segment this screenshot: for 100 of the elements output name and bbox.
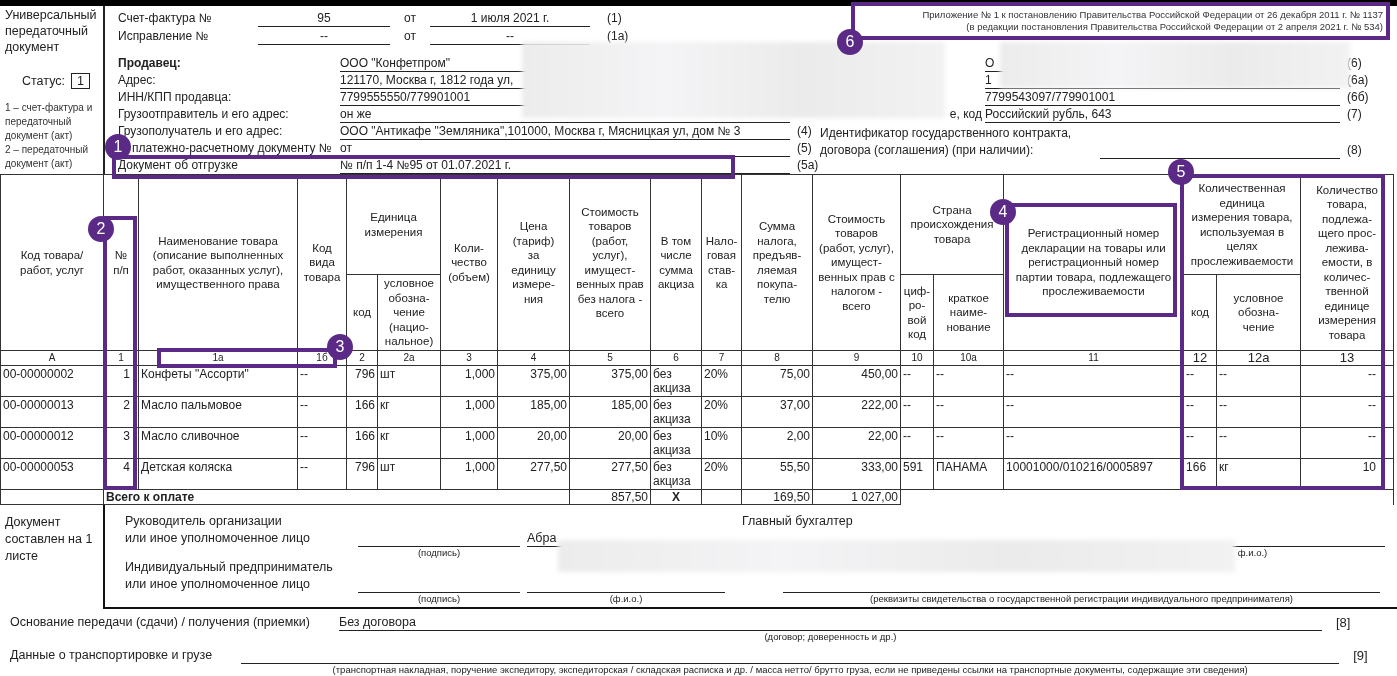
table-cell: 796 (346, 458, 378, 490)
field-ref: (8) (1347, 143, 1362, 157)
column-header: Наименование товара (описание выполненных работ, оказанных услуг), имущественного права (138, 174, 298, 351)
table-cell: Масло сливочное (138, 427, 298, 459)
field-caption: (ф.и.о.) (609, 593, 643, 605)
column-header: Коли- чество (объем) (440, 174, 498, 351)
signatory-label: Главный бухгалтер (742, 513, 854, 530)
table-cell: 222,00 (812, 396, 901, 428)
column-header: Стоимость товаров (работ, услуг), имущест- венных прав без налога - всего (569, 174, 651, 351)
table-cell: -- (1216, 427, 1301, 459)
from-label: от (404, 29, 416, 43)
table-cell: 20% (701, 365, 742, 397)
field-ref: (1а) (607, 29, 629, 43)
signer-name: Абра (527, 531, 557, 545)
table-cell: -- (933, 396, 1004, 428)
table-cell: -- (1183, 427, 1217, 459)
table-cell: 591 (900, 458, 934, 490)
basis-label: Основание передачи (сдачи) / получения (приемки) (10, 614, 310, 630)
table-cell: 55,50 (741, 458, 813, 490)
table-cell: -- (933, 427, 1004, 459)
table-cell: 1,000 (440, 396, 498, 428)
table-cell: 75,00 (741, 365, 813, 397)
column-number: А (0, 350, 104, 366)
column-header: Количество товара, подлежа- щего прос- лежива- емости, в количес- твенной единице измерения товара (1300, 174, 1394, 351)
table-cell: -- (1216, 396, 1301, 428)
table-cell: ПАНАМА (933, 458, 1004, 490)
table-cell: 2,00 (741, 427, 813, 459)
column-header: Нало- говая став- ка (701, 174, 742, 351)
column-number: 7 (701, 350, 742, 366)
table-cell: -- (297, 396, 347, 428)
contract-id-label: Идентификатор государственного контракта, договора (соглашения) (при наличии): (820, 125, 1073, 159)
table-cell: кг (377, 396, 441, 428)
field-ref: (6) (1347, 56, 1362, 70)
table-cell: 857,50 (569, 489, 651, 505)
field-ref: (6а) (1347, 73, 1369, 87)
table-cell: 1,000 (440, 365, 498, 397)
table-cell: 20% (701, 458, 742, 490)
table-cell: кг (377, 427, 441, 459)
field-label: е, код (949, 107, 982, 121)
column-number: 4 (497, 350, 570, 366)
field-label: Адрес: (118, 73, 156, 87)
status-value: 1 (71, 73, 90, 89)
table-cell: -- (1300, 427, 1394, 459)
table-cell: 450,00 (812, 365, 901, 397)
from-label: от (404, 11, 416, 25)
field-ref: [9] (1353, 647, 1368, 665)
table-cell: 20,00 (497, 427, 570, 459)
invoice-date: 1 июля 2021 г. (470, 11, 550, 25)
field-value: № п/п 1-4 №95 от 01.07.2021 г. (340, 158, 511, 172)
field-ref: (7) (1347, 107, 1362, 121)
table-cell: шт (377, 365, 441, 397)
table-cell: 20,00 (569, 427, 651, 459)
status-legend-text: 2 – передаточный документ (акт) (5, 143, 90, 171)
field-value: О (985, 56, 995, 70)
callout-badge: 6 (837, 29, 863, 55)
field-label: Грузоотправитель и его адрес: (118, 107, 289, 121)
field-value: 7799543097/779901001 (985, 90, 1116, 104)
appendix-note: (в редакции постановления Правительства Российской Федерации от 2 апреля 2021 г. № 534) (965, 21, 1383, 33)
callout-badge: 2 (88, 216, 114, 242)
table-cell: Масло пальмовое (138, 396, 298, 428)
table-cell: -- (900, 427, 934, 459)
column-header: Цена (тариф) за единицу измере- ния (497, 174, 570, 351)
table-cell: 00-00000013 (0, 396, 104, 428)
table-cell: 1,000 (440, 458, 498, 490)
table-cell: 1,000 (440, 427, 498, 459)
field-value: ООО "Антикафе "Земляника",101000, Москва г, Мясницкая ул, дом № 3 (340, 124, 741, 138)
table-cell: -- (933, 365, 1004, 397)
table-cell: 00-00000002 (0, 365, 104, 397)
transport-label: Данные о транспортировке и грузе (10, 647, 213, 663)
table-cell: -- (1183, 396, 1217, 428)
field-caption: (подпись) (417, 547, 461, 559)
table-cell: -- (1183, 365, 1217, 397)
callout-badge: 5 (1168, 159, 1194, 185)
column-number: 8 (741, 350, 813, 366)
table-cell: 796 (346, 365, 378, 397)
invoice-date: -- (506, 29, 514, 43)
table-cell: -- (1300, 365, 1394, 397)
column-subheader: код (1183, 274, 1217, 351)
column-number: 3 (440, 350, 498, 366)
column-number: 6 (650, 350, 702, 366)
column-number: 1а (138, 350, 298, 366)
callout-badge: 3 (327, 334, 353, 360)
appendix-note: Приложение № 1 к постановлению Правительства Российской Федерации от 26 декабря 2011 г. № 1137 (922, 9, 1383, 21)
status-legend-text: 1 – счет-фактура и передаточный документ (акт) (5, 101, 94, 143)
column-number: 10 (900, 350, 934, 366)
table-cell: 169,50 (741, 489, 813, 505)
column-number: 9 (812, 350, 901, 366)
field-value: ООО "Конфетпром" (340, 56, 450, 70)
invoice-number: 95 (317, 11, 331, 25)
field-value: от (340, 141, 352, 155)
column-header: Единица измерения (346, 174, 441, 275)
table-cell: 333,00 (812, 458, 901, 490)
field-ref: (5) (797, 141, 812, 155)
table-cell: -- (900, 365, 934, 397)
table-cell: 277,50 (569, 458, 651, 490)
table-cell: 20% (701, 396, 742, 428)
field-ref: (1) (607, 11, 622, 25)
column-header: Сумма налога, предъяв- ляемая покупа- телю (741, 174, 813, 351)
field-label: Документ об отгрузке (118, 158, 238, 172)
table-cell: 375,00 (569, 365, 651, 397)
